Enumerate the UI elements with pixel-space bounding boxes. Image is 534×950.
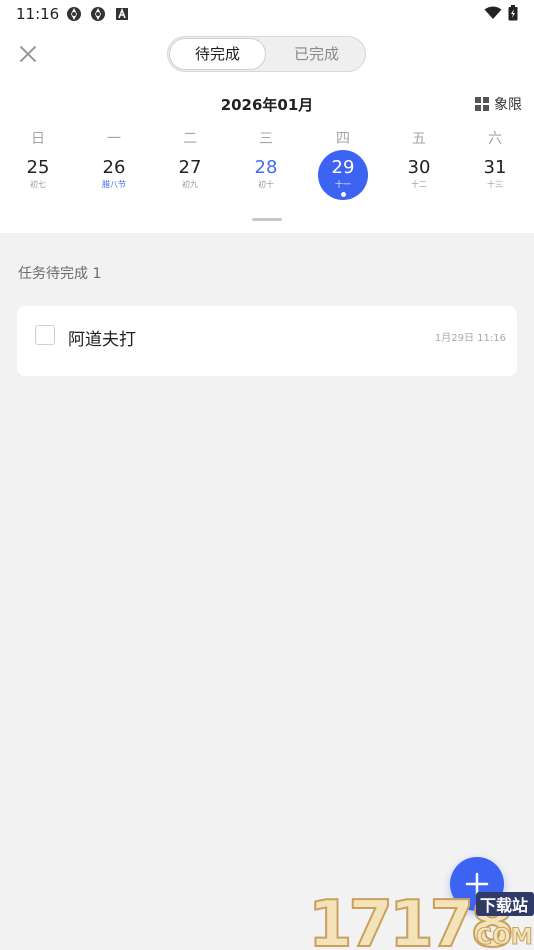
day-lunar: 初七 bbox=[30, 180, 46, 189]
close-icon[interactable] bbox=[16, 42, 40, 66]
day-lunar: 初九 bbox=[182, 180, 198, 189]
svg-text:下载站: 下载站 bbox=[480, 896, 528, 915]
weekday-label: 日 bbox=[31, 131, 45, 147]
weekday-label: 一 bbox=[107, 131, 121, 147]
week-days-row: 25 初七 26 腊八节 27 初九 28 初十 29 十一 30 十二 31 … bbox=[0, 150, 534, 205]
status-time: 11:16 bbox=[16, 5, 60, 23]
calendar-day[interactable]: 26 腊八节 bbox=[89, 150, 139, 200]
quadrant-label: 象限 bbox=[494, 97, 522, 113]
grid-icon bbox=[475, 97, 489, 111]
status-icons bbox=[66, 6, 130, 22]
a-icon bbox=[116, 7, 128, 20]
top-panel: 11:16 待完成 已完成 2026年01月 象限 日 一 二 三 四 五 六 … bbox=[0, 0, 534, 233]
task-time: 1月29日 11:16 bbox=[434, 333, 506, 344]
battery-icon bbox=[508, 5, 518, 21]
weekday-label: 五 bbox=[412, 131, 426, 147]
status-bar: 11:16 bbox=[0, 0, 534, 28]
tab-completed[interactable]: 已完成 bbox=[268, 38, 365, 70]
task-item[interactable]: 阿道夫打 1月29日 11:16 bbox=[17, 306, 517, 376]
wifi-icon bbox=[484, 6, 502, 19]
calendar-day[interactable]: 27 初九 bbox=[165, 150, 215, 200]
day-number: 28 bbox=[254, 157, 278, 178]
task-checkbox[interactable] bbox=[35, 325, 55, 345]
calendar-day[interactable]: 28 初十 bbox=[241, 150, 291, 200]
section-title: 任务待完成 1 bbox=[18, 266, 102, 282]
weekday-row: 日 一 二 三 四 五 六 bbox=[0, 128, 534, 148]
sync-icon bbox=[67, 7, 81, 21]
task-title[interactable]: 阿道夫打 bbox=[68, 325, 136, 350]
day-lunar: 腊八节 bbox=[102, 180, 126, 189]
quadrant-button[interactable]: 象限 bbox=[475, 94, 522, 114]
calendar-drag-handle[interactable] bbox=[252, 218, 282, 221]
weekday-label: 三 bbox=[259, 131, 273, 147]
day-lunar: 十三 bbox=[487, 180, 503, 189]
sync-icon bbox=[91, 7, 105, 21]
watermark-logo: 17178 下载站 COM bbox=[307, 887, 534, 950]
tab-pending[interactable]: 待完成 bbox=[169, 38, 266, 70]
weekday-label: 二 bbox=[183, 131, 197, 147]
day-number: 26 bbox=[102, 157, 126, 178]
day-number: 27 bbox=[178, 157, 202, 178]
day-number: 31 bbox=[483, 157, 507, 178]
weekday-label: 六 bbox=[488, 131, 502, 147]
calendar-day-selected[interactable]: 29 十一 bbox=[318, 150, 368, 200]
day-lunar: 十二 bbox=[411, 180, 427, 189]
month-title[interactable]: 2026年01月 bbox=[0, 94, 534, 115]
status-right bbox=[484, 5, 518, 21]
calendar-day[interactable]: 31 十三 bbox=[470, 150, 520, 200]
task-dot bbox=[341, 192, 346, 197]
day-lunar: 十一 bbox=[335, 180, 351, 189]
calendar-day[interactable]: 30 十二 bbox=[394, 150, 444, 200]
svg-text:COM: COM bbox=[476, 925, 533, 950]
status-segmented-control: 待完成 已完成 bbox=[167, 36, 366, 72]
weekday-label: 四 bbox=[336, 131, 350, 147]
calendar-day[interactable]: 25 初七 bbox=[13, 150, 63, 200]
day-number: 25 bbox=[26, 157, 50, 178]
day-number: 30 bbox=[407, 157, 431, 178]
day-lunar: 初十 bbox=[258, 180, 274, 189]
day-number: 29 bbox=[331, 157, 355, 178]
